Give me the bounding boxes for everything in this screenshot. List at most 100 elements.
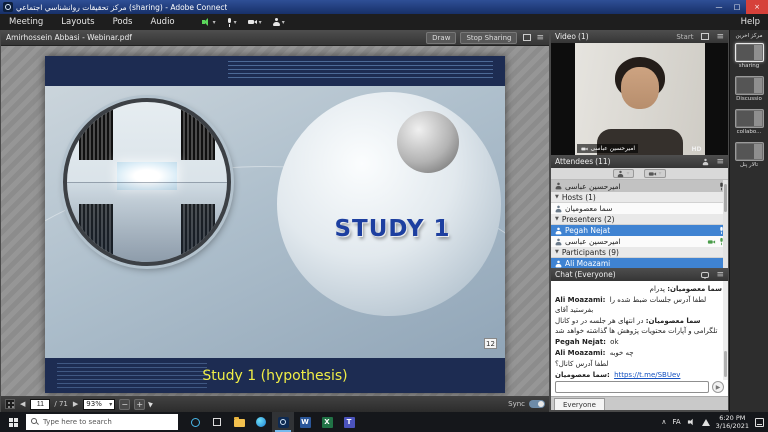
webcam-toggle[interactable]: ▾ xyxy=(244,19,266,26)
attendee-view-icon[interactable] xyxy=(703,158,709,164)
status-toggle[interactable]: ▾ xyxy=(269,18,289,26)
fullscreen-icon[interactable] xyxy=(701,33,709,40)
search-placeholder: Type here to search xyxy=(43,418,112,426)
chat-link[interactable]: https://t.me/SBUev xyxy=(614,371,680,379)
adobe-connect-app-icon xyxy=(3,2,13,12)
video-count: (1) xyxy=(578,32,589,41)
pod-options-icon[interactable]: ≡ xyxy=(716,157,724,167)
adobe-connect-window: مركز تحقيقات روانشناسي اجتماعي (sharing)… xyxy=(0,0,768,432)
adobe-connect-taskbar-button[interactable] xyxy=(272,412,294,432)
chevron-down-icon[interactable]: ▾ xyxy=(259,19,262,26)
fullscreen-icon[interactable] xyxy=(523,34,531,41)
set-status-button[interactable]: ▾ xyxy=(613,169,633,178)
tab-everyone[interactable]: Everyone xyxy=(554,398,605,410)
right-column: Video (1) Start ≡ امیرحسین عباسی HD xyxy=(551,30,728,412)
minimize-button[interactable]: — xyxy=(710,0,728,14)
language-indicator[interactable]: FA xyxy=(672,418,680,426)
chat-input[interactable] xyxy=(555,381,709,393)
task-view-button[interactable] xyxy=(206,412,228,432)
excel-button[interactable]: X xyxy=(316,412,338,432)
breakout-button[interactable]: ▾ xyxy=(644,169,666,178)
attendee-row[interactable]: Ali Moazami xyxy=(551,258,728,268)
attendee-group-presenters[interactable]: ▼ Presenters (2) xyxy=(551,214,728,225)
speaker-toggle[interactable]: ▾ xyxy=(198,18,220,26)
layout-label: collabo... xyxy=(737,129,762,135)
tray-expand-icon[interactable]: ∧ xyxy=(661,418,666,426)
slide-big-circle xyxy=(277,92,501,316)
draw-button[interactable]: Draw xyxy=(426,32,456,44)
chat-bubble-icon[interactable] xyxy=(701,272,709,278)
stop-sharing-button[interactable]: Stop Sharing xyxy=(460,32,517,44)
zoom-select[interactable]: 93% ▾ xyxy=(83,399,115,410)
windows-logo-icon xyxy=(9,418,18,427)
slide-heading: STUDY 1 xyxy=(285,216,500,242)
menu-pods[interactable]: Pods xyxy=(104,14,142,30)
layout-thumbnail[interactable] xyxy=(735,109,764,128)
chevron-down-icon: ▾ xyxy=(626,170,629,177)
menu-layouts[interactable]: Layouts xyxy=(52,14,103,30)
slide-sphere xyxy=(397,111,459,173)
start-button[interactable] xyxy=(0,412,26,432)
attendee-group-hosts[interactable]: ▼ Hosts (1) xyxy=(551,192,728,203)
previous-page-button[interactable]: ◀ xyxy=(19,400,26,408)
pointer-tool-icon[interactable] xyxy=(148,400,154,407)
layout-item-discussion[interactable]: Discussio xyxy=(735,76,764,102)
volume-icon[interactable] xyxy=(688,419,695,425)
slides-grid-icon[interactable] xyxy=(5,399,15,409)
network-icon[interactable] xyxy=(702,419,710,426)
teams-button[interactable]: T xyxy=(338,412,360,432)
layout-thumbnail[interactable] xyxy=(735,76,764,95)
attendee-row[interactable]: امیرحسین عباسی xyxy=(551,236,728,247)
tree-collapse-icon[interactable]: ▼ xyxy=(555,249,559,255)
tray-date: 3/16/2021 xyxy=(716,422,749,430)
taskbar-search[interactable]: Type here to search xyxy=(26,414,178,430)
attendee-group-participants[interactable]: ▼ Participants (9) xyxy=(551,247,728,258)
sync-toggle[interactable] xyxy=(529,400,545,408)
share-pod: Amirhossein Abbasi - Webinar.pdf Draw St… xyxy=(1,30,549,412)
zoom-in-button[interactable]: + xyxy=(134,399,145,410)
chat-scrollbar[interactable] xyxy=(723,281,728,380)
chat-message: لطفا آدرس کانال؟ xyxy=(555,359,724,369)
action-center-icon[interactable] xyxy=(755,418,764,427)
chevron-down-icon[interactable]: ▾ xyxy=(282,19,285,26)
word-button[interactable]: W xyxy=(294,412,316,432)
window-title: مركز تحقيقات روانشناسي اجتماعي (sharing)… xyxy=(16,3,227,12)
close-button[interactable]: × xyxy=(746,0,768,14)
pod-options-icon[interactable]: ≡ xyxy=(536,33,544,43)
layout-thumbnail[interactable] xyxy=(735,43,764,62)
help-menu[interactable]: Help xyxy=(741,17,768,27)
layout-item-collaboration[interactable]: collabo... xyxy=(735,109,764,135)
next-page-button[interactable]: ▶ xyxy=(72,400,79,408)
send-message-icon[interactable]: ▶ xyxy=(712,381,724,393)
start-webcam-button[interactable]: Start xyxy=(676,33,693,41)
maximize-button[interactable]: □ xyxy=(728,0,746,14)
my-name: امیرحسین عباسی xyxy=(565,182,621,191)
layout-item-custom[interactable]: تالار پنل xyxy=(735,142,764,168)
word-icon: W xyxy=(300,417,311,428)
microphone-toggle[interactable]: ▾ xyxy=(223,18,241,27)
video-pod-title: Video xyxy=(555,32,576,41)
menu-audio[interactable]: Audio xyxy=(141,14,183,30)
cortana-button[interactable] xyxy=(184,412,206,432)
pod-options-icon[interactable]: ≡ xyxy=(716,270,724,280)
attendee-row[interactable]: سما معصومیان xyxy=(551,203,728,214)
tree-collapse-icon[interactable]: ▼ xyxy=(555,216,559,222)
attendee-row[interactable]: Pegah Nejat xyxy=(551,225,728,236)
edge-button[interactable] xyxy=(250,412,272,432)
menu-meeting[interactable]: Meeting xyxy=(0,14,52,30)
tray-clock[interactable]: 6:20 PM 3/16/2021 xyxy=(716,414,749,430)
page-number-input[interactable] xyxy=(30,399,50,410)
layout-thumbnail[interactable] xyxy=(735,142,764,161)
tree-collapse-icon[interactable]: ▼ xyxy=(555,194,559,200)
layout-label: sharing xyxy=(739,63,760,69)
chevron-down-icon[interactable]: ▾ xyxy=(234,19,237,26)
chat-sender: سما معصومیان: xyxy=(555,371,610,379)
attendees-scrollbar[interactable] xyxy=(723,180,728,268)
layout-item-sharing[interactable]: sharing xyxy=(735,43,764,69)
zoom-out-button[interactable]: − xyxy=(119,399,130,410)
chevron-down-icon[interactable]: ▾ xyxy=(213,19,216,26)
pod-options-icon[interactable]: ≡ xyxy=(716,32,724,42)
file-explorer-button[interactable] xyxy=(228,412,250,432)
attendees-pod-header: Attendees (11) ≡ xyxy=(551,155,728,168)
my-attendee-row[interactable]: امیرحسین عباسی xyxy=(551,180,728,192)
